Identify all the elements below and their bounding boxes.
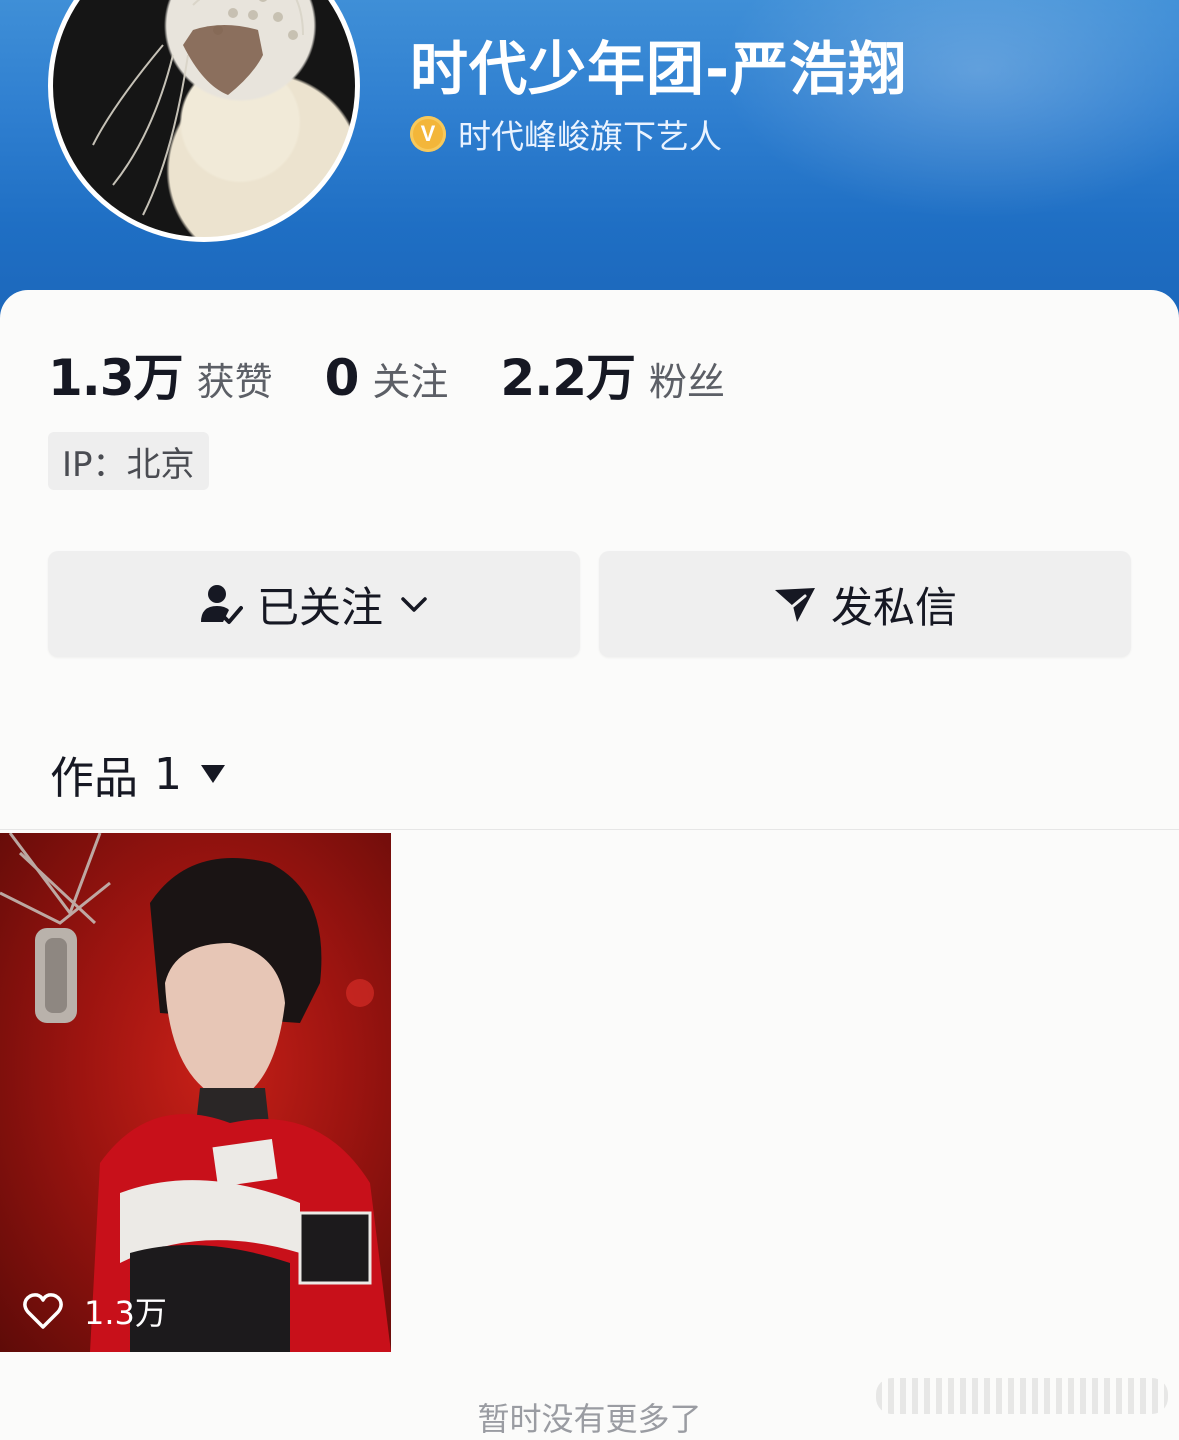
section-divider — [0, 829, 1179, 830]
ip-location-tag: IP：北京 — [48, 432, 209, 490]
stat-likes-value: 1.3万 — [48, 349, 184, 407]
stat-followers-label: 粉丝 — [648, 360, 725, 404]
message-label: 发私信 — [830, 582, 957, 632]
stats-row: 1.3万 获赞 0 关注 2.2万 粉丝 — [48, 338, 777, 410]
profile-name: 时代少年团-严浩翔 — [410, 35, 908, 103]
works-tab[interactable]: 作品 1 — [50, 742, 226, 806]
video-thumbnail[interactable] — [0, 833, 391, 1352]
following-button[interactable]: 已关注 — [48, 551, 580, 657]
stat-likes-label: 获赞 — [196, 360, 273, 404]
following-label: 已关注 — [256, 582, 383, 632]
watermark — [876, 1378, 1168, 1414]
stat-followers-value: 2.2万 — [500, 349, 636, 407]
chevron-down-icon — [401, 597, 427, 612]
verified-badge-icon: V — [410, 116, 446, 152]
stat-likes[interactable]: 1.3万 获赞 — [48, 338, 273, 410]
profile-header: 时代少年团-严浩翔 V 时代峰峻旗下艺人 — [0, 0, 1179, 320]
avatar-photo — [92, 0, 304, 216]
send-icon — [774, 588, 815, 622]
works-count: 1 — [154, 748, 182, 800]
stat-following-value: 0 — [324, 349, 360, 407]
heart-icon — [23, 1293, 63, 1329]
video-cover-image — [0, 833, 391, 1352]
works-label: 作品 — [50, 753, 138, 804]
message-button[interactable]: 发私信 — [599, 551, 1131, 657]
verification-text: 时代峰峻旗下艺人 — [458, 117, 722, 156]
user-check-icon — [200, 585, 243, 624]
video-likes: 1.3万 — [22, 1288, 167, 1334]
stat-following-label: 关注 — [372, 360, 449, 404]
verification-row: V 时代峰峻旗下艺人 — [410, 110, 722, 158]
stat-following[interactable]: 0 关注 — [325, 349, 449, 407]
caret-down-icon — [201, 765, 225, 783]
stat-followers[interactable]: 2.2万 粉丝 — [500, 338, 725, 410]
video-likes-count: 1.3万 — [84, 1294, 167, 1332]
avatar[interactable] — [48, 0, 360, 242]
